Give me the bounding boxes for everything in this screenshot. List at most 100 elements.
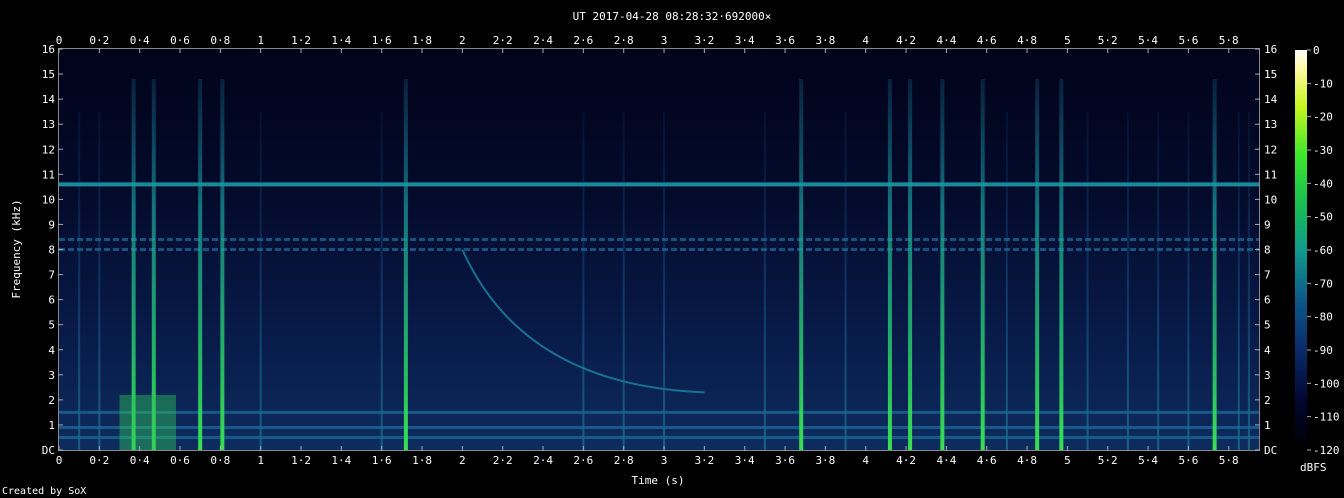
colorbar-tick-label: 0 — [1313, 44, 1320, 57]
y-tick-label: 4 — [1264, 344, 1271, 357]
weak-impulse — [663, 111, 666, 450]
x-tick-label: 0 — [56, 454, 63, 467]
x-tick-label: 1·8 — [412, 454, 432, 467]
strong-impulse — [980, 79, 985, 450]
weak-impulse — [763, 111, 766, 450]
colorbar-tick-label: -30 — [1313, 144, 1333, 157]
x-axis-label: Time (s) — [632, 474, 685, 487]
x-tick-label: 0·2 — [89, 454, 109, 467]
x-tick-label: 3 — [661, 454, 668, 467]
x-tick-label: 0·6 — [170, 34, 190, 47]
x-tick-label: 0 — [56, 34, 63, 47]
colorbar-tick-label: -10 — [1313, 77, 1333, 90]
x-tick-label: 3·2 — [694, 454, 714, 467]
weak-impulse — [1086, 111, 1089, 450]
credit-text: Created by SoX — [2, 486, 87, 497]
x-tick-label: 3·2 — [694, 34, 714, 47]
x-tick-label: 5·8 — [1219, 454, 1239, 467]
x-tick-label: 3·6 — [775, 454, 795, 467]
weak-impulse — [1157, 111, 1160, 450]
x-tick-label: 5·4 — [1138, 34, 1158, 47]
strong-impulse — [1035, 79, 1040, 450]
y-tick-label: 2 — [48, 394, 55, 407]
colorbar-label: dBFS — [1300, 461, 1327, 474]
y-tick-label: 11 — [42, 168, 55, 181]
weak-impulse — [380, 111, 383, 450]
weak-impulse — [1237, 111, 1240, 450]
x-tick-label: 4·8 — [1017, 454, 1037, 467]
weak-impulse — [1187, 111, 1190, 450]
weak-impulse — [1126, 111, 1129, 450]
y-tick-label: 5 — [48, 319, 55, 332]
colorbar-tick-label: -90 — [1313, 344, 1333, 357]
x-tick-label: 5·6 — [1178, 454, 1198, 467]
y-tick-label: 10 — [42, 193, 55, 206]
x-tick-label: 2·4 — [533, 34, 553, 47]
y-tick-label: 12 — [1264, 143, 1277, 156]
y-tick-label: 12 — [42, 143, 55, 156]
x-tick-label: 3·4 — [735, 454, 755, 467]
x-tick-label: 4·4 — [936, 34, 956, 47]
x-tick-label: 3·8 — [815, 454, 835, 467]
x-tick-label: 1·2 — [291, 34, 311, 47]
weak-impulse — [582, 111, 585, 450]
strong-impulse — [940, 79, 945, 450]
y-tick-label: 7 — [48, 269, 55, 282]
x-tick-label: 1·8 — [412, 34, 432, 47]
x-tick-label: 2·6 — [573, 34, 593, 47]
colorbar-tick-label: -70 — [1313, 277, 1333, 290]
x-tick-label: 4·2 — [896, 454, 916, 467]
y-tick-label: 16 — [42, 43, 55, 56]
y-tick-label: 3 — [48, 369, 55, 382]
x-tick-label: 2 — [459, 34, 466, 47]
x-tick-label: 1·6 — [372, 454, 392, 467]
x-tick-label: 5·8 — [1219, 34, 1239, 47]
x-tick-label: 3·8 — [815, 34, 835, 47]
x-tick-label: 0·4 — [130, 454, 150, 467]
x-tick-label: 4·2 — [896, 34, 916, 47]
strong-impulse — [220, 79, 225, 450]
weak-impulse — [259, 111, 262, 450]
y-tick-label: 9 — [48, 218, 55, 231]
y-tick-label: 2 — [1264, 394, 1271, 407]
y-tick-label: 6 — [1264, 294, 1271, 307]
y-tick-label: 5 — [1264, 319, 1271, 332]
x-tick-label: 1·2 — [291, 454, 311, 467]
weak-impulse — [1247, 111, 1250, 450]
x-tick-label: 2·8 — [614, 34, 634, 47]
y-tick-label: 14 — [1264, 93, 1278, 106]
y-tick-label: 11 — [1264, 168, 1277, 181]
y-tick-label: 8 — [1264, 244, 1271, 257]
x-tick-label: 1·6 — [372, 34, 392, 47]
x-tick-label: 0·4 — [130, 34, 150, 47]
x-tick-label: 4·6 — [977, 454, 997, 467]
x-tick-label: 5·2 — [1098, 34, 1118, 47]
y-tick-label: 13 — [42, 118, 55, 131]
x-tick-label: 5 — [1064, 34, 1071, 47]
x-tick-label: 0·8 — [210, 34, 230, 47]
x-tick-label: 4 — [862, 454, 869, 467]
strong-impulse — [799, 79, 804, 450]
y-tick-label: DC — [1264, 444, 1277, 457]
x-tick-label: 2·6 — [573, 454, 593, 467]
y-tick-label: 15 — [42, 68, 55, 81]
x-tick-label: 1·4 — [331, 34, 351, 47]
y-axis-label: Frequency (kHz) — [10, 199, 23, 298]
strong-impulse — [198, 79, 203, 450]
x-tick-label: 2·8 — [614, 454, 634, 467]
x-tick-label: 4 — [862, 34, 869, 47]
colorbar-tick-label: -20 — [1313, 111, 1333, 124]
x-tick-label: 5 — [1064, 454, 1071, 467]
x-tick-label: 4·8 — [1017, 34, 1037, 47]
colorbar-tick-label: -110 — [1313, 411, 1340, 424]
strong-impulse — [1059, 79, 1064, 450]
strong-impulse — [887, 79, 892, 450]
colorbar-tick-label: -50 — [1313, 211, 1333, 224]
x-tick-label: 3 — [661, 34, 668, 47]
x-tick-label: 3·6 — [775, 34, 795, 47]
y-tick-label: 7 — [1264, 269, 1271, 282]
x-tick-label: 4·4 — [936, 454, 956, 467]
chart-title: UT 2017-04-28 08:28:32·692000× — [573, 10, 772, 23]
x-tick-label: 2·4 — [533, 454, 553, 467]
weak-impulse — [1005, 111, 1008, 450]
